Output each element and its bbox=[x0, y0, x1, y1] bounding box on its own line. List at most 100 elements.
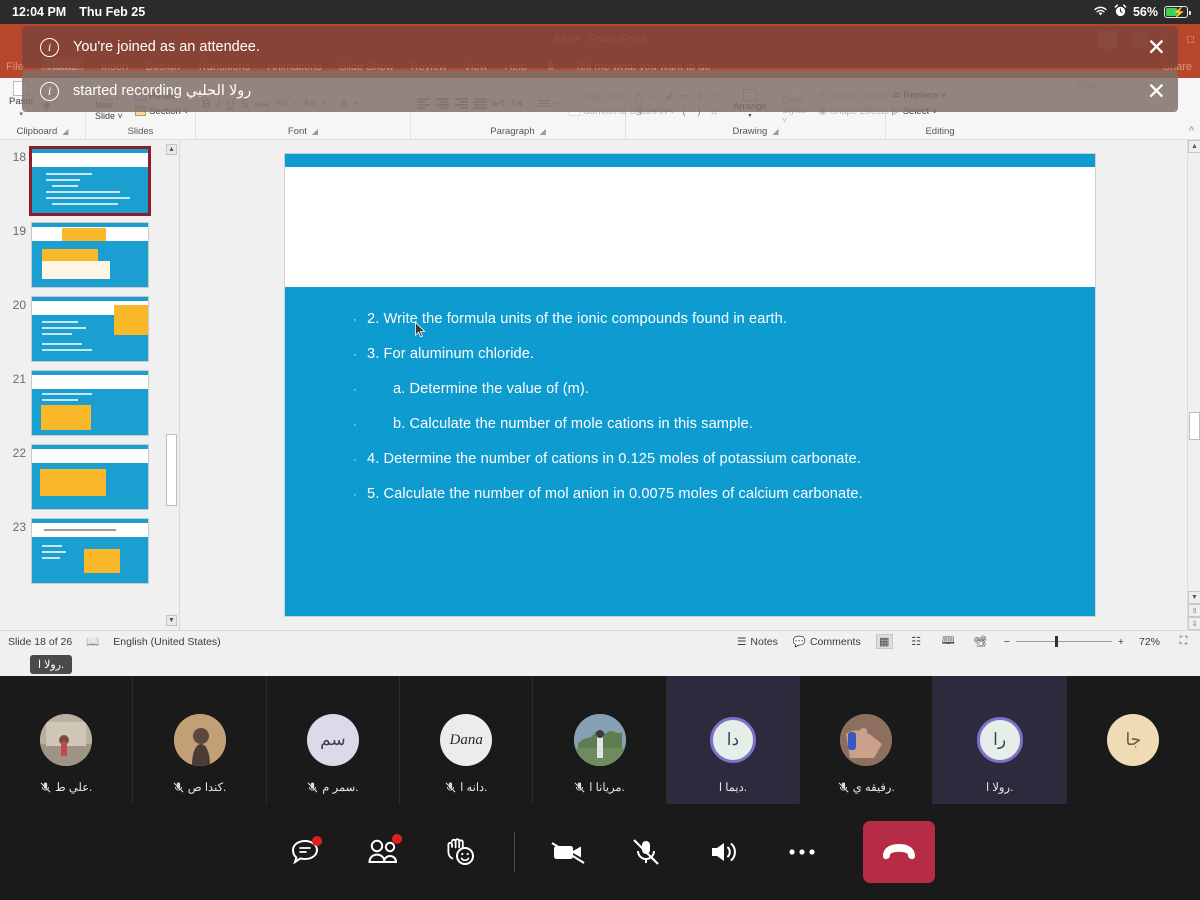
status-date: Thu Feb 25 bbox=[79, 5, 146, 19]
reactions-button[interactable] bbox=[422, 822, 500, 882]
avatar-initials: سم bbox=[306, 714, 359, 766]
participant-name-row: كندا ص. bbox=[133, 780, 265, 794]
slide-title-placeholder[interactable] bbox=[285, 167, 1095, 287]
participant-tile[interactable]: سم سمر م. bbox=[267, 676, 401, 804]
slide-content-placeholder[interactable]: · 2. Write the formula units of the ioni… bbox=[285, 287, 1095, 616]
notification-recording[interactable]: i started recording رولا الحلبي ✕ bbox=[22, 70, 1178, 112]
end-call-icon bbox=[882, 844, 915, 860]
slide-sorter-view-button[interactable]: ☷ bbox=[908, 634, 925, 649]
slide-thumbnail-22[interactable] bbox=[31, 444, 149, 510]
leave-button[interactable] bbox=[862, 821, 935, 883]
scrollbar-thumb[interactable] bbox=[1189, 412, 1200, 440]
thumbnail-number: 22 bbox=[12, 446, 26, 460]
participant-tile[interactable]: رفيقه ي. bbox=[800, 676, 934, 804]
status-bar-right: 56% ⚡ bbox=[1093, 4, 1191, 20]
restore-icon[interactable]: □ bbox=[1187, 34, 1194, 46]
participant-name-row: رولا ا. bbox=[933, 780, 1065, 794]
avatar-text: Dana bbox=[449, 731, 483, 748]
notes-button[interactable]: ☰ Notes bbox=[737, 636, 778, 648]
bullet-dot: · bbox=[353, 314, 357, 326]
slide-thumbnail-21[interactable] bbox=[31, 370, 149, 436]
thumbnail-row[interactable]: 22 bbox=[0, 440, 179, 514]
slide-show-view-button[interactable]: 📽 bbox=[972, 634, 989, 649]
thumbnail-number: 18 bbox=[12, 150, 26, 164]
slide-thumbnail-19[interactable] bbox=[31, 222, 149, 288]
more-button[interactable] bbox=[763, 822, 841, 882]
zoom-out-button[interactable]: − bbox=[1004, 636, 1010, 648]
normal-view-button[interactable]: ▦ bbox=[875, 634, 893, 649]
scroll-up-icon[interactable]: ▲ bbox=[166, 144, 177, 155]
comments-button[interactable]: 💬 Comments bbox=[793, 635, 861, 649]
mute-button[interactable] bbox=[607, 822, 685, 882]
zoom-track[interactable] bbox=[1015, 635, 1112, 647]
scroll-up-icon[interactable]: ▲ bbox=[1188, 140, 1200, 153]
participant-name: رولا ا. bbox=[985, 782, 1014, 794]
slide-bullet: · 3. For aluminum chloride. bbox=[353, 346, 1055, 362]
participant-tile-active-speaker[interactable]: را رولا ا. bbox=[933, 676, 1067, 804]
close-icon[interactable]: ✕ bbox=[1147, 79, 1166, 103]
previous-slide-icon[interactable]: ⇧ bbox=[1188, 604, 1200, 617]
avatar-initials: Dana bbox=[440, 714, 493, 766]
thumbnail-row[interactable]: 18 bbox=[0, 144, 179, 218]
participant-tile-active-speaker[interactable]: دا ديما ا. bbox=[666, 676, 801, 804]
participant-tile[interactable]: مريانا ا. bbox=[533, 676, 667, 804]
thumbnail-row[interactable]: 23 bbox=[0, 514, 179, 588]
bullet-text: 4. Determine the number of cations in 0.… bbox=[367, 451, 862, 467]
ribbon-group-label-editing: Editing bbox=[925, 126, 955, 137]
avatar bbox=[840, 714, 893, 766]
participant-name-row: ديما ا. bbox=[667, 780, 799, 794]
zoom-slider[interactable]: − + bbox=[1004, 636, 1124, 648]
mic-muted-icon bbox=[445, 782, 456, 792]
avatar bbox=[40, 714, 93, 766]
participant-tile[interactable]: كندا ص. bbox=[133, 676, 267, 804]
current-slide[interactable]: · 2. Write the formula units of the ioni… bbox=[285, 154, 1095, 616]
thumbnail-row[interactable]: 21 bbox=[0, 366, 179, 440]
participants-button[interactable] bbox=[344, 822, 422, 882]
participant-name-row: مريانا ا. bbox=[533, 780, 665, 794]
dialog-launcher-icon[interactable]: ◢ bbox=[772, 127, 778, 136]
scroll-down-icon[interactable]: ▼ bbox=[166, 615, 177, 626]
raise-hand-emoji-icon bbox=[447, 838, 474, 865]
ribbon-group-label-slides: Slides bbox=[127, 126, 154, 137]
dialog-launcher-icon[interactable]: ◢ bbox=[540, 127, 546, 136]
language-indicator[interactable]: English (United States) bbox=[113, 636, 220, 648]
participant-tile[interactable]: جا bbox=[1067, 676, 1200, 804]
participant-tile[interactable]: Dana دانه ا. bbox=[400, 676, 534, 804]
participant-name-row: رفيقه ي. bbox=[800, 780, 932, 794]
scrollbar-thumb[interactable] bbox=[166, 434, 177, 506]
participant-name: سمر م. bbox=[322, 782, 359, 794]
slide-thumbnail-23[interactable] bbox=[31, 518, 149, 584]
dialog-launcher-icon[interactable]: ◢ bbox=[62, 127, 68, 136]
slide-thumbnail-20[interactable] bbox=[31, 296, 149, 362]
slide-counter[interactable]: Slide 18 of 26 bbox=[8, 636, 72, 648]
bullet-dot: · bbox=[353, 384, 357, 396]
speaker-button[interactable] bbox=[685, 822, 763, 882]
slide-canvas-area[interactable]: · 2. Write the formula units of the ioni… bbox=[180, 140, 1200, 630]
accessibility-icon[interactable]: 📖 bbox=[86, 635, 99, 648]
dialog-launcher-icon[interactable]: ◢ bbox=[312, 127, 318, 136]
status-bar-left: 12:04 PM Thu Feb 25 bbox=[12, 5, 145, 19]
participant-strip[interactable]: علي ط. كندا ص. سم سمر م. Dana دانه ا. مر… bbox=[0, 676, 1200, 804]
participant-name: رفيقه ي. bbox=[852, 782, 895, 794]
collapse-ribbon-icon[interactable]: ^ bbox=[1189, 125, 1194, 137]
zoom-level[interactable]: 72% bbox=[1139, 636, 1160, 648]
zoom-knob[interactable] bbox=[1054, 635, 1059, 647]
thumbnail-row[interactable]: 20 bbox=[0, 292, 179, 366]
thumbnail-scrollbar[interactable]: ▲ ▼ bbox=[166, 144, 177, 626]
slide-thumbnail-18[interactable] bbox=[29, 146, 151, 216]
close-icon[interactable]: ✕ bbox=[1147, 35, 1166, 59]
slide-thumbnail-pane[interactable]: 18 19 20 21 22 23 ▲ ▼ bbox=[0, 140, 180, 630]
bullet-text: a. Determine the value of (m). bbox=[393, 381, 590, 397]
chat-button[interactable] bbox=[266, 822, 344, 882]
notification-attendee[interactable]: i You're joined as an attendee. ✕ bbox=[22, 26, 1178, 68]
mic-muted-icon bbox=[40, 782, 51, 792]
participant-tile[interactable]: علي ط. bbox=[0, 676, 134, 804]
video-button[interactable] bbox=[529, 822, 607, 882]
zoom-in-button[interactable]: + bbox=[1118, 636, 1124, 648]
slide-scrollbar[interactable]: ▲ ▼ ⇧ ⇩ bbox=[1187, 140, 1200, 630]
scroll-down-icon[interactable]: ▼ bbox=[1188, 591, 1200, 604]
next-slide-icon[interactable]: ⇩ bbox=[1188, 617, 1200, 630]
reading-view-button[interactable]: 🕮 bbox=[940, 634, 957, 649]
fit-to-window-button[interactable]: ⛶ bbox=[1175, 634, 1192, 649]
thumbnail-row[interactable]: 19 bbox=[0, 218, 179, 292]
